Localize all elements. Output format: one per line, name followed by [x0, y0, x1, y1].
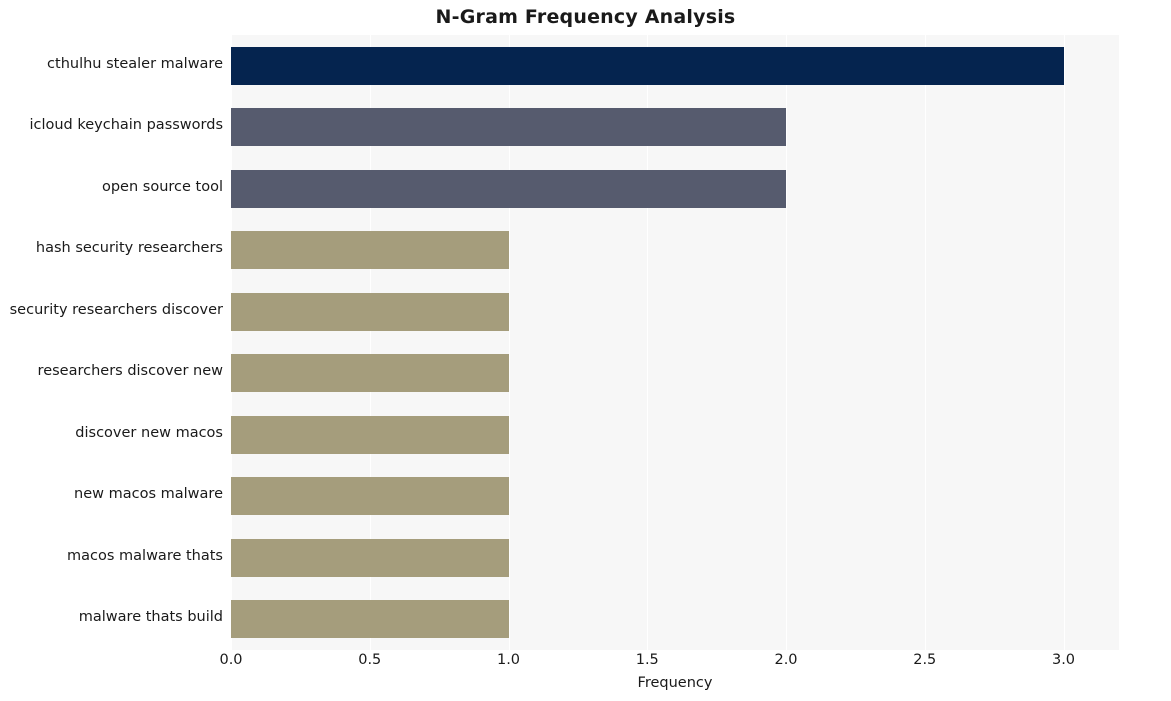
ngram-frequency-chart: N-Gram Frequency Analysis cthulhu steale… — [0, 0, 1171, 701]
x-axis-tick-label: 1.5 — [635, 652, 659, 668]
bar-row — [231, 158, 1119, 220]
bar-row — [231, 35, 1119, 97]
bar — [231, 538, 509, 577]
bar-row — [231, 404, 1119, 466]
bar-row — [231, 466, 1119, 528]
y-axis-tick-label: security researchers discover — [9, 301, 223, 318]
y-axis-tick-labels: cthulhu stealer malware icloud keychain p… — [0, 35, 223, 650]
y-axis-tick-label: malware thats build — [78, 609, 223, 626]
chart-title: N-Gram Frequency Analysis — [435, 6, 736, 28]
bar — [231, 600, 509, 639]
bar-row — [231, 527, 1119, 589]
bar — [231, 46, 1064, 85]
x-axis-label: Frequency — [637, 675, 713, 691]
bar — [231, 231, 509, 270]
bar-row — [231, 281, 1119, 343]
bar — [231, 477, 509, 516]
x-axis-tick-label: 1.0 — [496, 652, 521, 668]
y-axis-tick-label: discover new macos — [75, 424, 223, 441]
y-axis-tick-label: open source tool — [101, 178, 223, 195]
bar — [231, 108, 786, 147]
bar-row — [231, 343, 1119, 405]
y-axis-tick-label: icloud keychain passwords — [29, 117, 223, 134]
x-axis-tick-labels: 0.0 0.5 1.0 1.5 2.0 2.5 3.0 — [219, 652, 1119, 674]
x-axis-tick-label: 2.0 — [774, 652, 798, 668]
bar — [231, 415, 509, 454]
bar — [231, 354, 509, 393]
x-axis-tick-label: 2.5 — [913, 652, 937, 668]
plot-area — [231, 35, 1119, 650]
y-axis-tick-label: macos malware thats — [67, 547, 223, 564]
bar-row — [231, 97, 1119, 159]
x-axis-tick-label: 0.5 — [358, 652, 382, 668]
bar-row — [231, 589, 1119, 651]
y-axis-tick-label: hash security researchers — [35, 240, 223, 257]
y-axis-tick-label: researchers discover new — [37, 363, 223, 380]
x-axis-tick-label: 3.0 — [1051, 652, 1076, 668]
x-axis-tick-label: 0.0 — [219, 652, 243, 668]
bar-row — [231, 220, 1119, 282]
bar — [231, 169, 786, 208]
bar — [231, 292, 509, 331]
y-axis-tick-label: cthulhu stealer malware — [47, 55, 223, 72]
y-axis-tick-label: new macos malware — [74, 486, 223, 503]
